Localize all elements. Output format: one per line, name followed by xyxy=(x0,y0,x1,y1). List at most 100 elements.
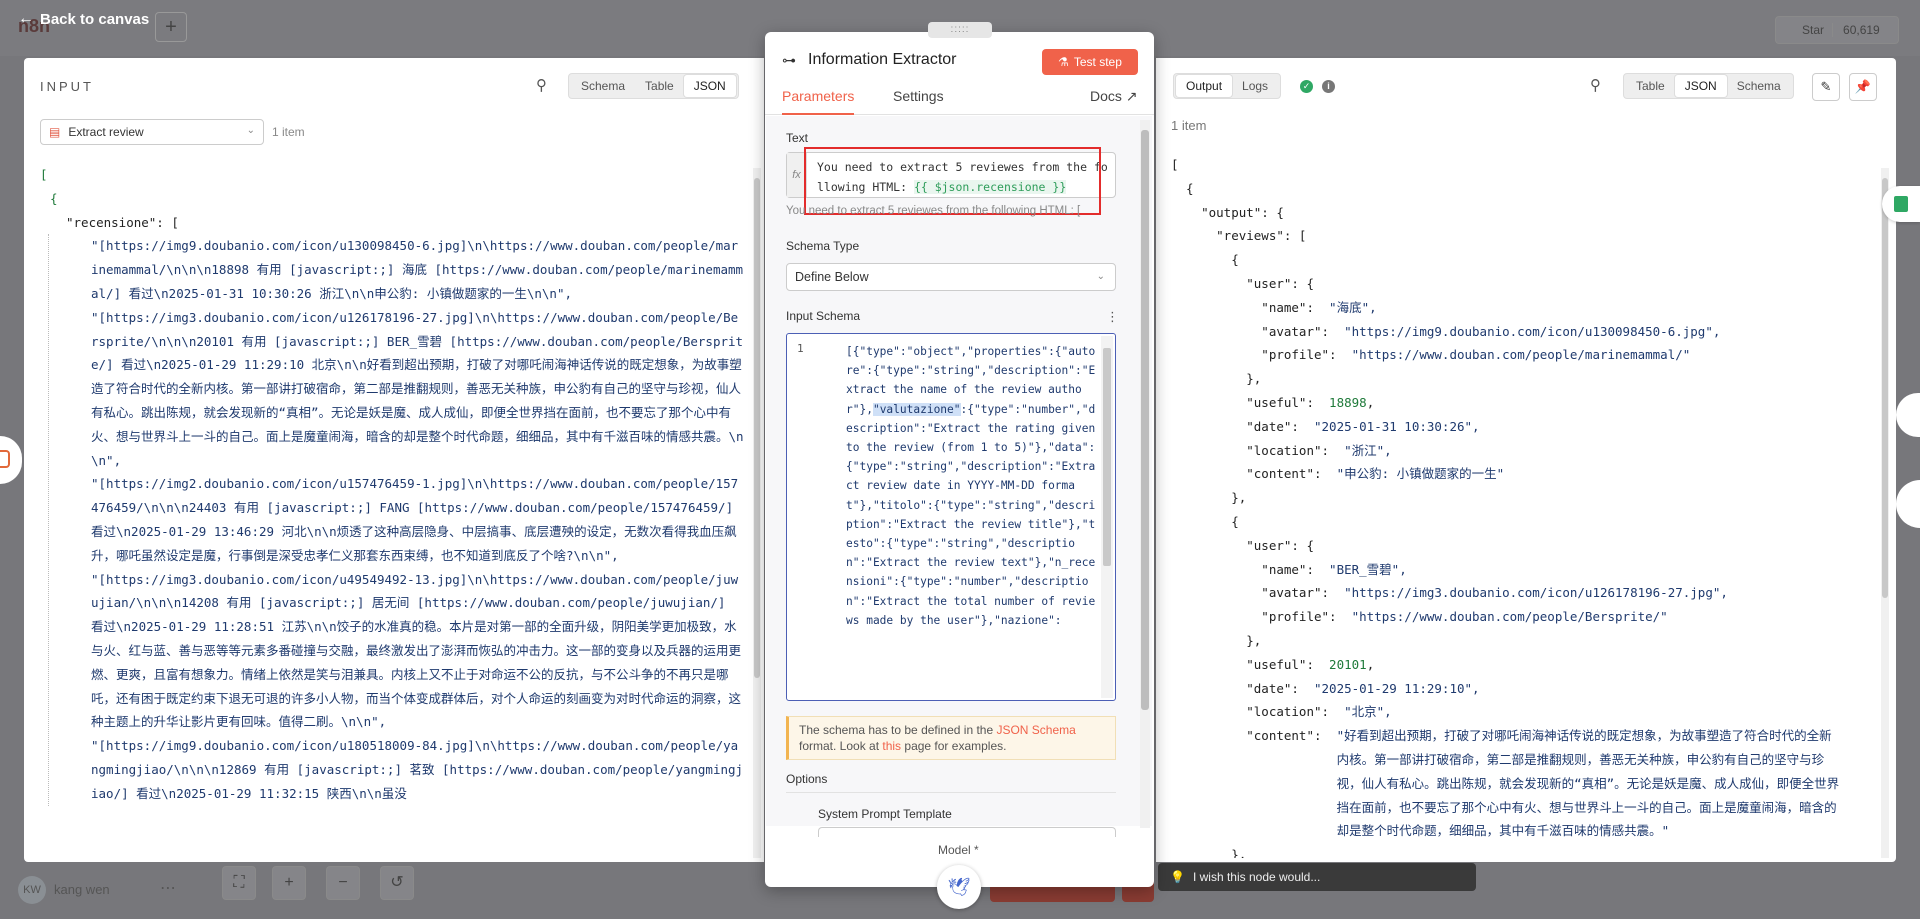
node-graph-icon: ⊶ xyxy=(782,52,796,68)
search-icon[interactable]: ⚲ xyxy=(1590,76,1601,94)
model-connector-icon[interactable]: 🕊 xyxy=(937,865,981,909)
view-table[interactable]: Table xyxy=(1626,75,1675,97)
tab-logs[interactable]: Logs xyxy=(1232,75,1278,97)
reset-zoom-icon[interactable]: ↺ xyxy=(380,866,414,900)
json-line: "user": { xyxy=(1171,537,1314,553)
input-item-count: 1 item xyxy=(272,125,305,139)
edit-icon[interactable]: ✎ xyxy=(1812,73,1840,101)
feedback-bar[interactable]: 💡 I wish this node would... xyxy=(1158,863,1476,891)
back-to-canvas-label: Back to canvas xyxy=(40,10,150,28)
node-title[interactable]: Information Extractor xyxy=(808,51,957,69)
zoom-out-icon[interactable]: − xyxy=(326,866,360,900)
output-tabs: Output Logs xyxy=(1173,73,1282,99)
examples-link[interactable]: this xyxy=(882,739,901,753)
test-step-button[interactable]: ⚗ Test step xyxy=(1042,49,1138,75)
more-icon[interactable]: ⋯ xyxy=(160,878,176,898)
view-json[interactable]: JSON xyxy=(1674,75,1727,97)
back-to-canvas-link[interactable]: ← Back to canvas xyxy=(18,10,149,28)
view-schema[interactable]: Schema xyxy=(1727,75,1791,97)
schema-scrollbar[interactable] xyxy=(1101,336,1113,698)
input-node-select[interactable]: ▤ Extract review ⌄ xyxy=(40,119,264,145)
external-link-icon: ↗ xyxy=(1125,88,1138,104)
line-number: 1 xyxy=(797,342,804,355)
selected-token: "valutazione" xyxy=(872,402,961,416)
json-brace: { xyxy=(50,190,58,206)
json-string-item: "[https://img2.doubanio.com/icon/u157476… xyxy=(91,476,739,563)
avatar[interactable]: KW xyxy=(18,876,46,904)
flask-icon: ⚗ xyxy=(1058,55,1069,69)
input-schema-editor[interactable]: 1 [{"type":"object","properties":{"autor… xyxy=(786,333,1116,701)
json-key-recensione: "recensione": [ xyxy=(66,214,179,230)
json-string-item: "[https://img9.doubanio.com/icon/u130098… xyxy=(91,238,744,301)
json-location: "location": "北京", xyxy=(1171,704,1392,720)
side-panel-tab[interactable] xyxy=(1882,186,1920,222)
view-table[interactable]: Table xyxy=(635,75,684,97)
search-icon[interactable]: ⚲ xyxy=(536,76,547,94)
input-panel-title: INPUT xyxy=(40,79,94,94)
parameters-scrollbar[interactable] xyxy=(1140,120,1150,828)
tab-parameters[interactable]: Parameters xyxy=(782,88,855,115)
github-star-count: 60,619 xyxy=(1843,23,1880,37)
json-user-name: "name": "BER_雪碧", xyxy=(1171,561,1407,577)
fit-view-icon[interactable]: ⛶ xyxy=(222,866,256,900)
schema-code[interactable]: [{"type":"object","properties":{"autore"… xyxy=(846,342,1098,630)
input-scrollbar[interactable] xyxy=(753,168,761,858)
json-line: "user": { xyxy=(1171,275,1314,291)
json-line: "reviews": [ xyxy=(1171,228,1307,244)
json-line: "output": { xyxy=(1171,204,1284,220)
json-line: { xyxy=(1171,180,1194,196)
input-json-view: [ { "recensione": [ "[https://img9.douba… xyxy=(40,163,745,859)
more-options-icon[interactable]: ⋮ xyxy=(1106,309,1119,325)
schema-type-label: Schema Type xyxy=(786,239,860,253)
node-icon: ▤ xyxy=(49,125,61,139)
side-connector-tab[interactable] xyxy=(1896,393,1920,437)
schema-type-value: Define Below xyxy=(795,270,869,284)
zoom-in-icon[interactable]: + xyxy=(272,866,306,900)
json-location: "location": "浙江", xyxy=(1171,442,1392,458)
json-string-list: "[https://img9.doubanio.com/icon/u130098… xyxy=(48,234,745,806)
tab-settings[interactable]: Settings xyxy=(893,88,944,115)
input-schema-label: Input Schema xyxy=(786,309,861,323)
chevron-down-icon: ⌄ xyxy=(1096,271,1105,282)
side-node-tab-right[interactable] xyxy=(1896,480,1920,528)
pin-icon[interactable]: 📌 xyxy=(1849,73,1877,101)
feedback-text: I wish this node would... xyxy=(1192,870,1321,884)
schema-type-select[interactable]: Define Below ⌄ xyxy=(786,263,1116,291)
output-json-view: [ { "output": { "reviews": [ { "user": {… xyxy=(1171,153,1886,858)
json-line: }, xyxy=(1171,632,1262,648)
input-view-toggle: Schema Table JSON xyxy=(568,73,739,99)
divider xyxy=(786,792,1116,793)
json-content: "content": "申公豹: 小镇做题家的一生" xyxy=(1171,466,1505,482)
add-button[interactable]: + xyxy=(155,12,187,42)
output-item-count: 1 item xyxy=(1171,118,1207,133)
json-user-name: "name": "海底", xyxy=(1171,299,1377,315)
test-step-label: Test step xyxy=(1073,55,1122,69)
info-icon[interactable]: i xyxy=(1322,80,1335,93)
json-string-item: "[https://img3.doubanio.com/icon/u126178… xyxy=(91,309,744,468)
system-prompt-input[interactable] xyxy=(818,827,1116,837)
success-check-icon: ✓ xyxy=(1300,80,1313,93)
json-line: }, xyxy=(1171,847,1247,858)
node-select-value: Extract review xyxy=(68,125,144,139)
github-star-button[interactable]: Star 60,619 xyxy=(1775,16,1899,44)
output-scrollbar[interactable] xyxy=(1881,168,1889,858)
json-line: }, xyxy=(1171,490,1247,506)
drag-handle[interactable]: ::::: xyxy=(928,22,992,38)
view-schema[interactable]: Schema xyxy=(571,75,635,97)
model-label: Model * xyxy=(938,843,979,857)
json-useful: "useful": 20101, xyxy=(1171,656,1375,672)
json-string-item: "[https://img9.doubanio.com/icon/u180518… xyxy=(91,738,744,801)
side-node-tab[interactable] xyxy=(0,436,22,484)
options-label: Options xyxy=(786,772,828,786)
json-line: { xyxy=(1171,513,1239,529)
json-line: { xyxy=(1171,252,1239,268)
json-schema-link[interactable]: JSON Schema xyxy=(996,723,1075,737)
json-line: }, xyxy=(1171,371,1262,387)
text-field-label: Text xyxy=(786,131,809,145)
docs-link[interactable]: Docs ↗ xyxy=(1090,88,1138,105)
view-json[interactable]: JSON xyxy=(683,75,736,97)
json-date: "date": "2025-01-31 10:30:26", xyxy=(1171,418,1480,434)
schema-note: The schema has to be defined in the JSON… xyxy=(786,716,1116,760)
json-bracket: [ xyxy=(40,167,48,182)
tab-output[interactable]: Output xyxy=(1176,75,1233,97)
